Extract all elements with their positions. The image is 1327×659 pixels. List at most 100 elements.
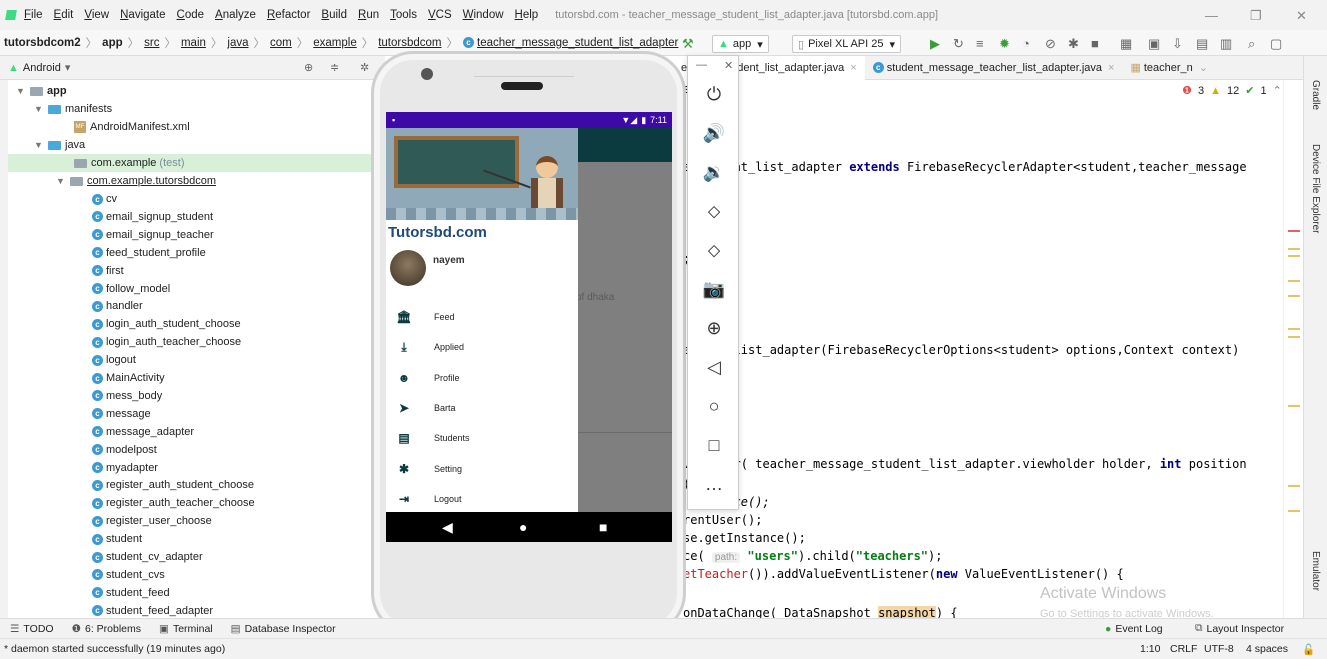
menu-refactor[interactable]: Refactor bbox=[267, 9, 310, 21]
power-icon[interactable]: ⏻ bbox=[688, 84, 740, 105]
caret-position[interactable]: 1:10 bbox=[1140, 643, 1160, 655]
menu-analyze[interactable]: Analyze bbox=[215, 9, 256, 21]
chevron-up-icon[interactable]: ⌃ bbox=[1273, 84, 1282, 97]
stop-icon[interactable]: ■ bbox=[1091, 36, 1099, 51]
volume-up-icon[interactable]: 🔊 bbox=[688, 123, 740, 144]
database-inspector-tool-button[interactable]: ▤ Database Inspector bbox=[231, 623, 336, 635]
back-icon[interactable]: ◁ bbox=[688, 357, 740, 378]
drawer-item-feed[interactable]: 🏛 Feed bbox=[386, 306, 578, 328]
file-encoding[interactable]: UTF-8 bbox=[1204, 643, 1234, 655]
status-message[interactable]: * daemon started successfully (19 minute… bbox=[4, 643, 225, 655]
warning-marker[interactable] bbox=[1288, 510, 1300, 512]
run-icon[interactable]: ▶ bbox=[930, 36, 940, 52]
tab-student-message-adapter[interactable]: c student_message_teacher_list_adapter.ja… bbox=[865, 56, 1123, 80]
error-stripe[interactable] bbox=[1283, 80, 1303, 618]
minimize-emulator-button[interactable]: — bbox=[696, 59, 707, 71]
settings-icon[interactable]: ▢ bbox=[1270, 36, 1282, 52]
drawer-item-profile[interactable]: ☻ Profile bbox=[386, 367, 578, 389]
drawer-item-students[interactable]: ▤ Students bbox=[386, 427, 578, 449]
tree-item-class[interactable]: c modelpost bbox=[92, 441, 157, 459]
tree-item-class[interactable]: c myadapter bbox=[92, 459, 158, 477]
lock-icon[interactable]: 🔓 bbox=[1302, 643, 1315, 656]
breadcrumb-class[interactable]: teacher_message_student_list_adapter bbox=[477, 37, 678, 49]
tree-item-class[interactable]: c student_cvs bbox=[92, 566, 165, 584]
menu-run[interactable]: Run bbox=[358, 9, 379, 21]
tree-item-class[interactable]: c mess_body bbox=[92, 387, 162, 405]
menu-code[interactable]: Code bbox=[177, 9, 205, 21]
tree-item-app[interactable]: ▼ app bbox=[16, 82, 67, 100]
tree-item-class[interactable]: c student_feed bbox=[92, 584, 170, 602]
camera-icon[interactable]: 📷 bbox=[688, 279, 740, 300]
gradle-tool-tab[interactable]: Gradle bbox=[1310, 80, 1321, 110]
warning-marker[interactable] bbox=[1288, 336, 1300, 338]
close-window-button[interactable]: ✕ bbox=[1296, 8, 1307, 24]
volume-down-icon[interactable]: 🔉 bbox=[688, 162, 740, 183]
drawer-item-setting[interactable]: ✱ Setting bbox=[386, 458, 578, 480]
overview-icon[interactable]: □ bbox=[688, 435, 740, 456]
tree-item-class[interactable]: c handler bbox=[92, 297, 143, 315]
tree-item-class[interactable]: c feed_student_profile bbox=[92, 244, 206, 262]
hammer-icon[interactable]: ⚒ bbox=[682, 36, 694, 52]
search-icon[interactable]: ⌕ bbox=[1248, 36, 1255, 52]
minimize-button[interactable]: — bbox=[1205, 8, 1218, 23]
warning-marker[interactable] bbox=[1288, 485, 1300, 487]
gear-icon[interactable]: ✲ bbox=[360, 61, 369, 74]
tree-item-class[interactable]: c register_auth_teacher_choose bbox=[92, 494, 255, 512]
todo-tool-button[interactable]: ☰ TODO bbox=[10, 623, 54, 635]
rotate-left-icon[interactable]: ⬦ bbox=[688, 201, 740, 222]
device-select[interactable]: ▯ Pixel XL API 25 ▾ bbox=[792, 35, 902, 53]
restore-button[interactable]: ❐ bbox=[1250, 8, 1262, 24]
attach-debugger-icon[interactable]: ✱ bbox=[1068, 36, 1079, 52]
close-emulator-button[interactable]: ✕ bbox=[724, 59, 733, 72]
breadcrumb-src[interactable]: src bbox=[144, 37, 159, 49]
indent-setting[interactable]: 4 spaces bbox=[1246, 643, 1288, 655]
tree-item-class[interactable]: c login_auth_student_choose bbox=[92, 315, 241, 333]
terminal-tool-button[interactable]: ▣ Terminal bbox=[159, 623, 213, 635]
breadcrumb-project[interactable]: tutorsbdcom2 bbox=[4, 37, 81, 49]
tree-item-com-example-tutorsbdcom[interactable]: ▼ com.example.tutorsbdcom bbox=[56, 172, 216, 190]
line-separator[interactable]: CRLF bbox=[1170, 643, 1197, 655]
breadcrumb-main[interactable]: main bbox=[181, 37, 206, 49]
menu-help[interactable]: Help bbox=[515, 9, 539, 21]
tree-item-manifests[interactable]: ▼ manifests bbox=[34, 100, 112, 118]
home-button[interactable]: ● bbox=[519, 519, 527, 535]
tree-item-com-example-test[interactable]: com.example (test) bbox=[8, 154, 385, 172]
drawer-item-barta[interactable]: ➤ Barta bbox=[386, 397, 578, 419]
menu-file[interactable]: File bbox=[24, 9, 43, 21]
apply-changes-icon[interactable]: ↻ bbox=[953, 36, 964, 52]
locate-icon[interactable]: ⊕ bbox=[304, 61, 313, 74]
drawer-item-applied[interactable]: ⤓ Applied bbox=[386, 336, 578, 358]
tree-item-class[interactable]: c register_auth_student_choose bbox=[92, 476, 254, 494]
collapse-all-icon[interactable]: ≑ bbox=[330, 61, 339, 74]
apply-code-icon[interactable]: ≡ bbox=[976, 36, 984, 51]
tree-item-class[interactable]: c message bbox=[92, 405, 151, 423]
sync-icon[interactable]: ▦ bbox=[1120, 36, 1132, 52]
run-config-select[interactable]: ▲ app ▾ bbox=[712, 35, 769, 53]
overview-button[interactable]: ■ bbox=[599, 519, 607, 535]
rotate-right-icon[interactable]: ⬦ bbox=[688, 240, 740, 261]
tree-item-class[interactable]: c email_signup_teacher bbox=[92, 226, 214, 244]
emulator-tool-tab[interactable]: Emulator bbox=[1310, 551, 1321, 591]
breadcrumb-tutorsbdcom[interactable]: tutorsbdcom bbox=[378, 37, 441, 49]
tree-item-class[interactable]: c cv bbox=[92, 190, 117, 208]
event-log-button[interactable]: ● Event Log bbox=[1105, 623, 1163, 635]
tree-item-class[interactable]: c follow_model bbox=[92, 280, 170, 298]
tree-item-class[interactable]: c message_adapter bbox=[92, 423, 194, 441]
profile-icon[interactable]: ◔ bbox=[1022, 36, 1030, 51]
tree-item-class[interactable]: c register_user_choose bbox=[92, 512, 212, 530]
error-marker[interactable] bbox=[1288, 230, 1300, 232]
device-manager-icon[interactable]: ▥ bbox=[1220, 36, 1232, 52]
problems-tool-button[interactable]: ❶ 6: Problems bbox=[72, 623, 141, 635]
avatar[interactable] bbox=[390, 250, 426, 286]
warning-marker[interactable] bbox=[1288, 255, 1300, 257]
menu-navigate[interactable]: Navigate bbox=[120, 9, 165, 21]
code-editor[interactable]: ❶3 ▲12 ✔1 ⌃ ⌄ s a ent_list_adapter exten… bbox=[673, 80, 1303, 620]
breadcrumb-module[interactable]: app bbox=[102, 37, 122, 49]
menu-window[interactable]: Window bbox=[463, 9, 504, 21]
warning-marker[interactable] bbox=[1288, 280, 1300, 282]
debug-icon[interactable]: ✹ bbox=[999, 36, 1010, 52]
coverage-icon[interactable]: ⊘ bbox=[1045, 36, 1056, 52]
tree-item-java[interactable]: ▼ java bbox=[34, 136, 85, 154]
close-tab-icon[interactable]: × bbox=[1108, 62, 1114, 74]
home-icon[interactable]: ○ bbox=[688, 396, 740, 417]
